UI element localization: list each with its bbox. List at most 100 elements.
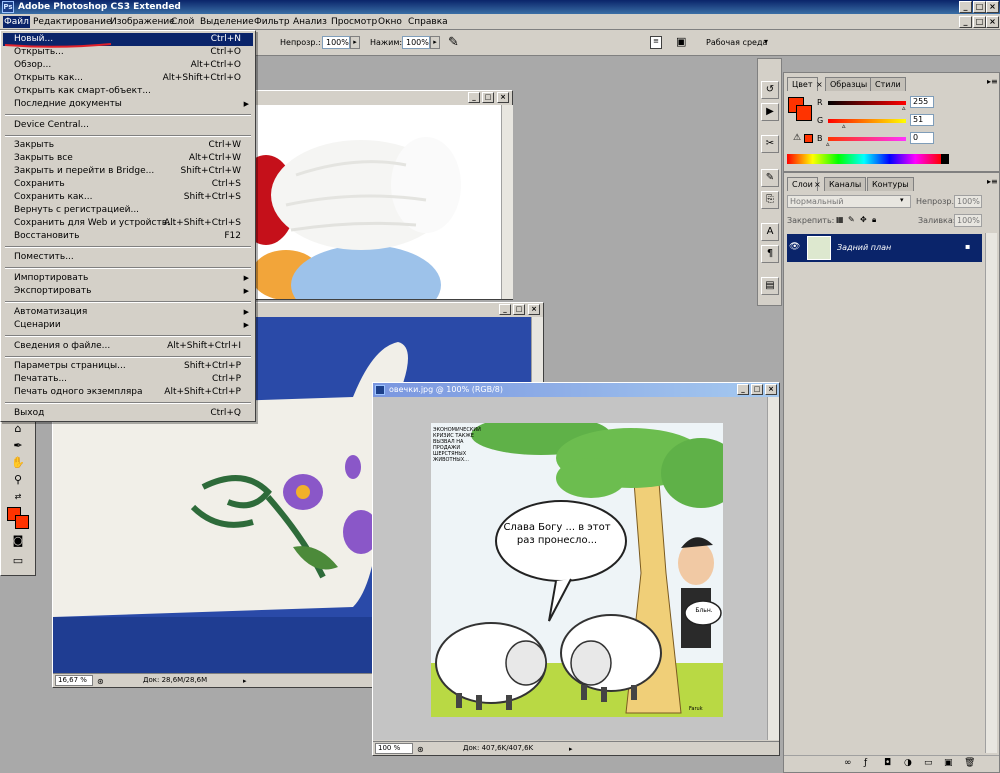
status-arrow-icon[interactable]: ▸ bbox=[569, 743, 573, 756]
menu-item-print[interactable]: Печатать... Ctrl+P bbox=[3, 373, 253, 386]
zoom-icon[interactable]: ⚲ bbox=[9, 472, 27, 488]
panel-menu-icon[interactable]: ▸≡ bbox=[987, 177, 998, 186]
fill-input[interactable]: 100% bbox=[954, 214, 982, 227]
workspace-menu[interactable]: Рабочая среда bbox=[706, 38, 767, 47]
tab-paths[interactable]: Контуры bbox=[867, 177, 914, 191]
doc-maximize-button[interactable]: □ bbox=[513, 304, 525, 315]
lock-transparency-icon[interactable]: ▦ bbox=[836, 215, 844, 224]
color-spectrum-bar[interactable] bbox=[787, 154, 941, 164]
close-button[interactable]: × bbox=[986, 1, 999, 13]
menu-help[interactable]: Справка bbox=[407, 16, 449, 28]
tool-presets-icon[interactable]: ✂ bbox=[761, 135, 779, 153]
doc-window-sheep[interactable]: овечки.jpg @ 100% (RGB/8) _ □ × Слава Бо… bbox=[372, 382, 780, 756]
lock-pixels-icon[interactable]: ✎ bbox=[848, 215, 855, 224]
blend-mode-chevron-down-icon[interactable]: ▾ bbox=[900, 196, 904, 204]
menu-image[interactable]: Изображение bbox=[109, 16, 176, 28]
menu-item-page-setup[interactable]: Параметры страницы... Shift+Ctrl+P bbox=[3, 360, 253, 373]
doc-close-button[interactable]: × bbox=[765, 384, 777, 395]
doc-restore-button[interactable]: □ bbox=[973, 16, 986, 28]
r-slider[interactable] bbox=[828, 101, 906, 105]
doc-close-button[interactable]: × bbox=[497, 92, 509, 103]
swap-colors-icon[interactable]: ⇄ bbox=[9, 489, 27, 505]
palette-well-icon[interactable]: ≡ bbox=[650, 36, 662, 49]
layer-opacity-input[interactable]: 100% bbox=[954, 195, 982, 208]
status-arrow-icon[interactable]: ▸ bbox=[243, 675, 247, 688]
menu-item-recent[interactable]: Последние документы ▶ bbox=[3, 98, 253, 111]
tab-color[interactable]: Цвет bbox=[787, 77, 818, 91]
doc-maximize-button[interactable]: □ bbox=[751, 384, 763, 395]
doc-title-bar[interactable]: овечки.jpg @ 100% (RGB/8) bbox=[373, 383, 779, 397]
menu-file[interactable]: Файл bbox=[3, 16, 30, 28]
doc-window-wool[interactable]: _ □ × bbox=[255, 90, 513, 300]
menu-item-file-info[interactable]: Сведения о файле... Alt+Shift+Ctrl+I bbox=[3, 340, 253, 353]
bridge-icon[interactable]: ▣ bbox=[676, 35, 686, 48]
screen-mode-icon[interactable]: ▭ bbox=[9, 553, 27, 569]
blend-mode-select[interactable]: Нормальный bbox=[787, 195, 911, 208]
doc-vertical-scrollbar[interactable] bbox=[767, 397, 779, 740]
panel-menu-icon[interactable]: ▸≡ bbox=[987, 77, 998, 86]
menu-view[interactable]: Просмотр bbox=[330, 16, 378, 28]
doc-vertical-scrollbar[interactable] bbox=[501, 105, 513, 299]
menu-item-place[interactable]: Поместить... bbox=[3, 251, 253, 264]
b-slider-thumb[interactable]: ▵ bbox=[826, 140, 830, 148]
eyedropper-icon[interactable]: ✒ bbox=[9, 438, 27, 454]
menu-item-open[interactable]: Открыть... Ctrl+O bbox=[3, 46, 253, 59]
gamut-warning-icon[interactable]: ⚠ bbox=[793, 133, 801, 143]
menu-item-save-as[interactable]: Сохранить как... Shift+Ctrl+S bbox=[3, 191, 253, 204]
menu-edit[interactable]: Редактирование bbox=[32, 16, 113, 28]
status-menu-icon[interactable]: ⊛ bbox=[417, 743, 424, 756]
menu-item-export[interactable]: Экспортировать ▶ bbox=[3, 285, 253, 298]
doc-minimize-button[interactable]: _ bbox=[468, 92, 480, 103]
menu-select[interactable]: Выделение bbox=[199, 16, 255, 28]
menu-item-close-bridge[interactable]: Закрыть и перейти в Bridge... Shift+Ctrl+… bbox=[3, 165, 253, 178]
wool-photo-canvas[interactable] bbox=[256, 105, 501, 299]
lock-position-icon[interactable]: ✥ bbox=[860, 215, 867, 224]
zoom-input[interactable]: 100 % bbox=[375, 743, 413, 754]
menu-item-device-central[interactable]: Device Central... bbox=[3, 119, 253, 132]
background-color-swatch[interactable] bbox=[15, 515, 29, 529]
menu-item-close[interactable]: Закрыть Ctrl+W bbox=[3, 139, 253, 152]
layers-vertical-scrollbar[interactable] bbox=[985, 233, 997, 753]
doc-minimize-button[interactable]: _ bbox=[499, 304, 511, 315]
black-swatch[interactable] bbox=[941, 154, 949, 164]
adjustment-layer-icon[interactable]: ◑ bbox=[904, 758, 912, 768]
menu-item-import[interactable]: Импортировать ▶ bbox=[3, 272, 253, 285]
layer-style-icon[interactable]: ƒ bbox=[864, 758, 867, 768]
tab-close-icon[interactable]: × bbox=[814, 180, 821, 189]
doc-minimize-button[interactable]: _ bbox=[959, 16, 972, 28]
workspace-chevron-down-icon[interactable]: ▾ bbox=[764, 37, 768, 46]
history-brush-icon[interactable]: ⌂ bbox=[9, 421, 27, 437]
g-value-input[interactable]: 51 bbox=[910, 114, 934, 126]
menu-item-exit[interactable]: Выход Ctrl+Q bbox=[3, 407, 253, 420]
menu-item-scripts[interactable]: Сценарии ▶ bbox=[3, 319, 253, 332]
doc-close-button[interactable]: × bbox=[528, 304, 540, 315]
b-slider[interactable] bbox=[828, 137, 906, 141]
menu-item-save[interactable]: Сохранить Ctrl+S bbox=[3, 178, 253, 191]
maximize-button[interactable]: □ bbox=[973, 1, 986, 13]
menu-window[interactable]: Окно bbox=[377, 16, 403, 28]
minimize-button[interactable]: _ bbox=[959, 1, 972, 13]
opacity-dropdown-button[interactable]: ▸ bbox=[350, 36, 360, 49]
layer-name[interactable]: Задний план bbox=[837, 243, 891, 252]
b-value-input[interactable]: 0 bbox=[910, 132, 934, 144]
r-value-input[interactable]: 255 bbox=[910, 96, 934, 108]
cartoon-image-canvas[interactable] bbox=[431, 423, 723, 717]
new-group-icon[interactable]: ▭ bbox=[924, 758, 933, 768]
g-slider[interactable] bbox=[828, 119, 906, 123]
menu-analysis[interactable]: Анализ bbox=[292, 16, 328, 28]
link-layers-icon[interactable]: ∞ bbox=[844, 758, 852, 768]
notes-panel-icon[interactable]: ▤ bbox=[761, 277, 779, 295]
airbrush-icon[interactable]: ✎ bbox=[448, 35, 459, 50]
menu-item-open-smart-object[interactable]: Открыть как смарт-объект... bbox=[3, 85, 253, 98]
menu-item-print-one-copy[interactable]: Печать одного экземпляра Alt+Shift+Ctrl+P bbox=[3, 386, 253, 399]
menu-filter[interactable]: Фильтр bbox=[253, 16, 291, 28]
layer-visibility-eye-icon[interactable]: 👁︎ bbox=[789, 242, 800, 252]
zoom-input[interactable]: 16,67 % bbox=[55, 675, 93, 686]
tab-channels[interactable]: Каналы bbox=[824, 177, 867, 191]
doc-maximize-button[interactable]: □ bbox=[482, 92, 494, 103]
bg-color-swatch[interactable] bbox=[796, 105, 812, 121]
character-panel-icon[interactable]: A bbox=[761, 223, 779, 241]
layer-row-background[interactable]: 👁︎ Задний план ▪ bbox=[787, 234, 982, 262]
menu-item-check-in[interactable]: Вернуть с регистрацией... bbox=[3, 204, 253, 217]
hand-icon[interactable]: ✋ bbox=[9, 455, 27, 471]
